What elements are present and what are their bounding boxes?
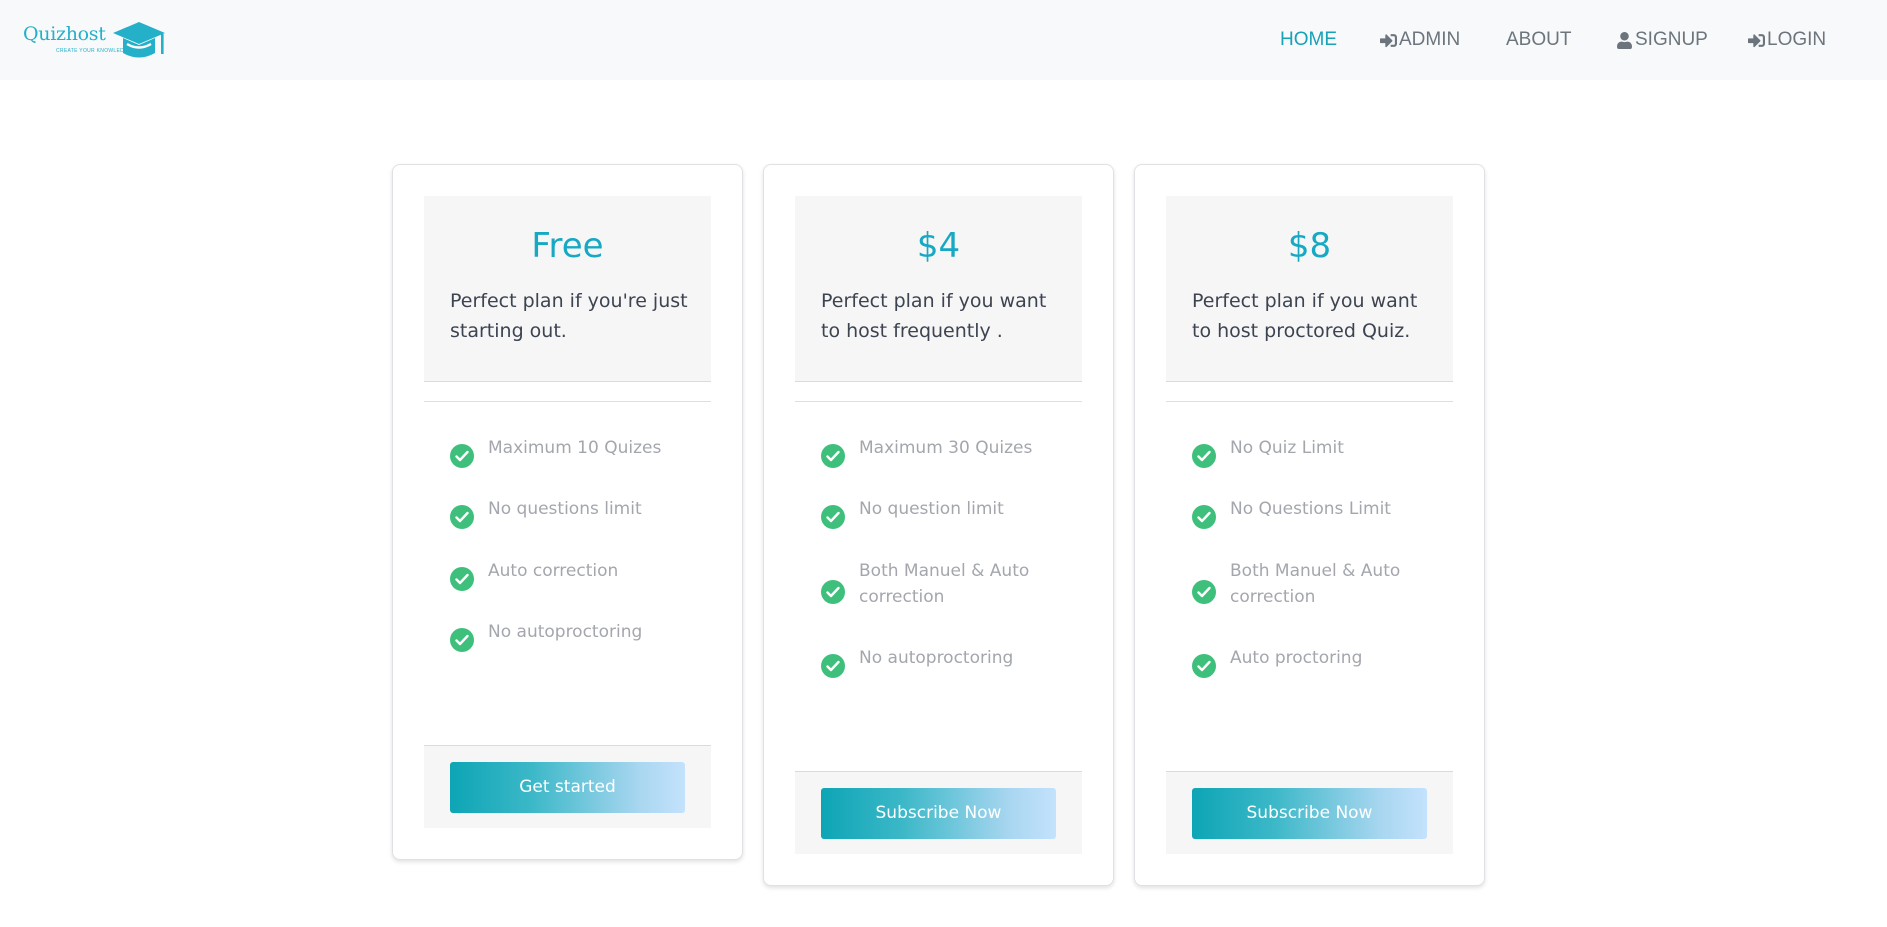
nav-signup[interactable]: SIGNUP bbox=[1616, 28, 1708, 52]
sign-in-icon bbox=[1380, 33, 1397, 47]
nav-about-label: ABOUT bbox=[1506, 29, 1572, 50]
check-circle-icon bbox=[821, 654, 845, 678]
nav-about[interactable]: ABOUT bbox=[1506, 28, 1571, 52]
feature-text: No question limit bbox=[859, 499, 1004, 519]
check-circle-icon bbox=[1192, 580, 1216, 604]
divider bbox=[1166, 401, 1453, 402]
plan-footer: Get started bbox=[424, 745, 711, 828]
feature-text: No questions limit bbox=[488, 499, 642, 519]
feature-text: No Questions Limit bbox=[1230, 499, 1391, 519]
plan-price: Free bbox=[531, 226, 604, 266]
feature-text: No Quiz Limit bbox=[1230, 438, 1344, 458]
plan-header: $4 Perfect plan if you want to host freq… bbox=[795, 196, 1082, 382]
nav-admin-label: ADMIN bbox=[1399, 29, 1461, 50]
feature-text: Auto proctoring bbox=[1230, 648, 1363, 668]
plan-description: Perfect plan if you want to host frequen… bbox=[821, 290, 1047, 342]
check-circle-icon bbox=[450, 505, 474, 529]
check-circle-icon bbox=[1192, 654, 1216, 678]
brand-name: Quizhost bbox=[23, 23, 106, 45]
plan-header: Free Perfect plan if you're just startin… bbox=[424, 196, 711, 382]
sign-in-icon bbox=[1748, 33, 1765, 47]
check-circle-icon bbox=[1192, 444, 1216, 468]
nav-admin[interactable]: ADMIN bbox=[1380, 28, 1460, 52]
feature-text: Maximum 30 Quizes bbox=[859, 438, 1033, 458]
feature-text: Both Manuel & Auto correction bbox=[859, 561, 1030, 607]
check-circle-icon bbox=[450, 628, 474, 652]
check-circle-icon bbox=[450, 567, 474, 591]
plan-price: $4 bbox=[916, 226, 961, 266]
navbar: Quizhost CREATE YOUR KNOWLEDGE HOME ADMI… bbox=[0, 0, 1887, 80]
graduation-cap-icon bbox=[113, 22, 165, 58]
subscribe-now-button[interactable]: Subscribe Now bbox=[821, 788, 1056, 839]
feature-text: No autoproctoring bbox=[488, 622, 643, 642]
brand-logo[interactable]: Quizhost CREATE YOUR KNOWLEDGE bbox=[23, 20, 165, 60]
user-icon bbox=[1617, 31, 1632, 49]
plan-price: $8 bbox=[1287, 226, 1332, 266]
divider bbox=[424, 401, 711, 402]
nav-home-label: HOME bbox=[1280, 29, 1337, 50]
plan-description: Perfect plan if you want to host proctor… bbox=[1192, 290, 1418, 342]
check-circle-icon bbox=[450, 444, 474, 468]
pricing-card-8: $8 Perfect plan if you want to host proc… bbox=[1134, 164, 1485, 886]
divider bbox=[795, 401, 1082, 402]
get-started-button[interactable]: Get started bbox=[450, 762, 685, 813]
feature-text: Auto correction bbox=[488, 561, 619, 581]
feature-text: Maximum 10 Quizes bbox=[488, 438, 662, 458]
plan-header: $8 Perfect plan if you want to host proc… bbox=[1166, 196, 1453, 382]
pricing-card-4: $4 Perfect plan if you want to host freq… bbox=[763, 164, 1114, 886]
check-circle-icon bbox=[821, 444, 845, 468]
feature-text: No autoproctoring bbox=[859, 648, 1014, 668]
feature-text: Both Manuel & Auto correction bbox=[1230, 561, 1401, 607]
nav-home[interactable]: HOME bbox=[1280, 28, 1337, 52]
plan-description: Perfect plan if you're just starting out… bbox=[450, 290, 688, 342]
nav-login[interactable]: LOGIN bbox=[1748, 28, 1826, 52]
check-circle-icon bbox=[821, 505, 845, 529]
pricing-card-free: Free Perfect plan if you're just startin… bbox=[392, 164, 743, 860]
plan-footer: Subscribe Now bbox=[795, 771, 1082, 854]
check-circle-icon bbox=[1192, 505, 1216, 529]
nav-signup-label: SIGNUP bbox=[1635, 29, 1708, 50]
nav-login-label: LOGIN bbox=[1767, 29, 1827, 50]
plan-footer: Subscribe Now bbox=[1166, 771, 1453, 854]
subscribe-now-button[interactable]: Subscribe Now bbox=[1192, 788, 1427, 839]
check-circle-icon bbox=[821, 580, 845, 604]
